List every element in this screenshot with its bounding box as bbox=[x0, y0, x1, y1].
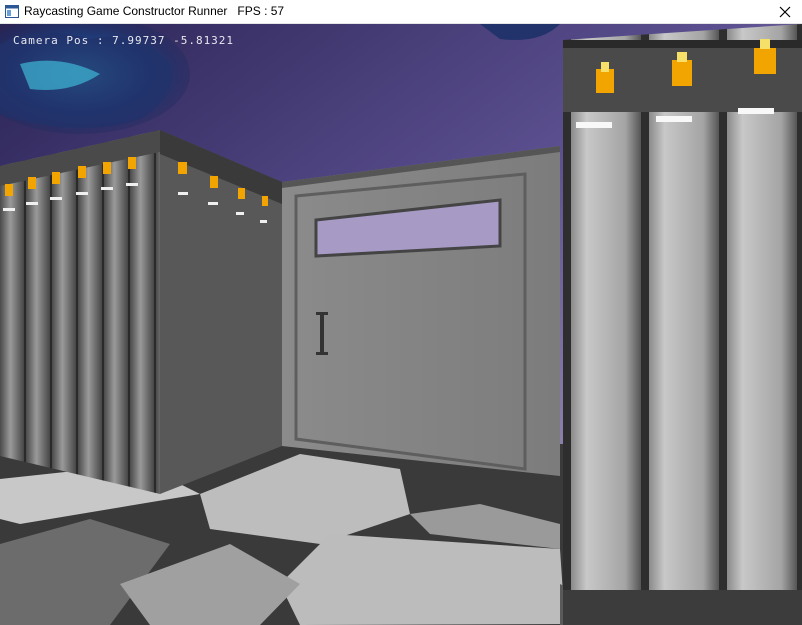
close-icon bbox=[779, 6, 791, 18]
game-window: Raycasting Game Constructor Runner FPS :… bbox=[0, 0, 802, 625]
window-title: Raycasting Game Constructor Runner FPS :… bbox=[24, 4, 285, 18]
door-handle bbox=[320, 314, 324, 354]
door bbox=[282, 146, 560, 476]
game-viewport[interactable]: Camera Pos : 7.99737 -5.81321 bbox=[0, 24, 802, 625]
close-button[interactable] bbox=[768, 0, 802, 24]
scene-render bbox=[0, 24, 802, 625]
left-wall bbox=[0, 130, 282, 494]
title-bar[interactable]: Raycasting Game Constructor Runner FPS :… bbox=[0, 0, 802, 24]
window-app-icon bbox=[5, 5, 19, 18]
camera-position-readout: Camera Pos : 7.99737 -5.81321 bbox=[13, 34, 235, 47]
right-wall bbox=[563, 24, 802, 625]
